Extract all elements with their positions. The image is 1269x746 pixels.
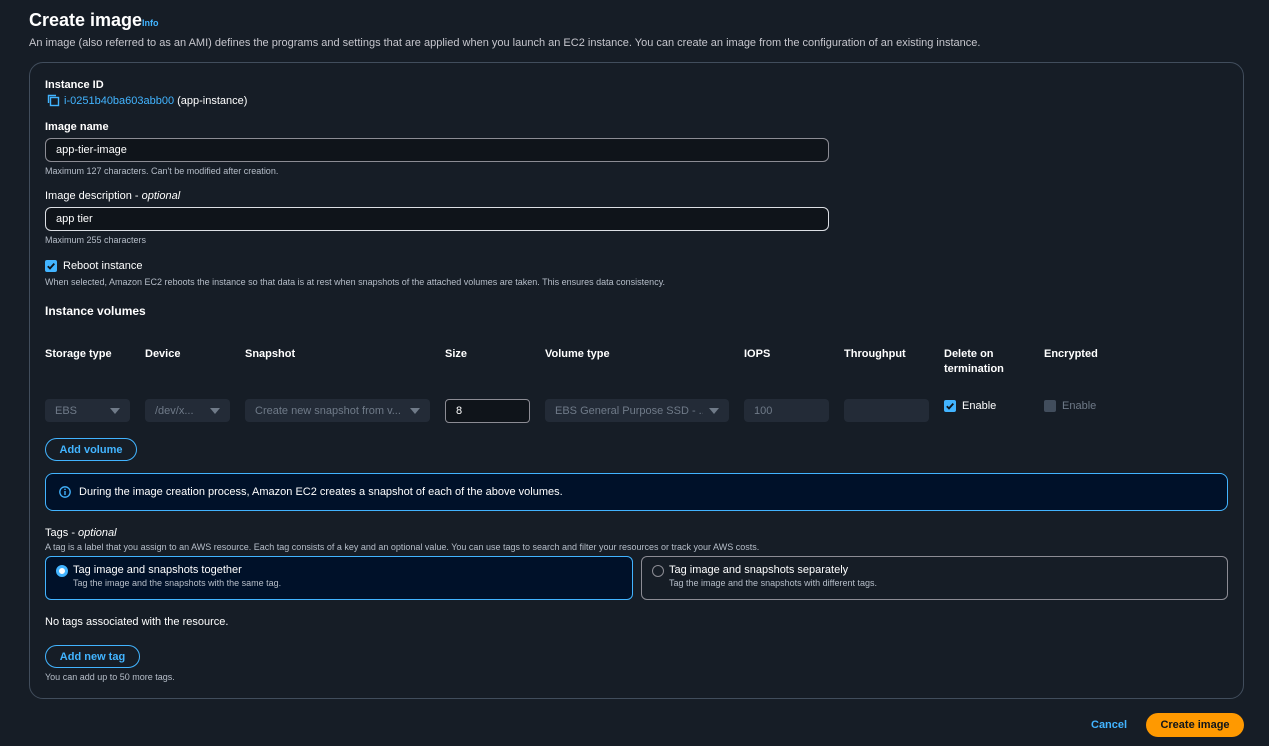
col-iops: IOPS <box>744 348 771 360</box>
delete-on-termination-checkbox-row[interactable]: Enable <box>944 400 996 412</box>
col-delete-line1: Delete on <box>944 348 994 360</box>
tag-together-title: Tag image and snapshots together <box>73 564 242 576</box>
size-input[interactable]: 8 <box>445 399 530 423</box>
tag-separately-subtitle: Tag the image and the snapshots with dif… <box>669 578 877 588</box>
tags-limit-hint: You can add up to 50 more tags. <box>45 672 175 682</box>
caret-down-icon <box>709 407 719 414</box>
device-value: /dev/x... <box>155 404 194 417</box>
check-icon <box>47 262 55 270</box>
copy-icon[interactable] <box>47 94 60 107</box>
image-description-label-text: Image description <box>45 190 132 202</box>
instance-id-label: Instance ID <box>45 79 104 91</box>
col-encrypted: Encrypted <box>1044 348 1098 360</box>
volume-type-value: EBS General Purpose SSD - ... <box>555 404 703 417</box>
delete-enable-label: Enable <box>962 400 997 412</box>
volumes-info-alert: During the image creation process, Amazo… <box>45 473 1228 511</box>
throughput-field <box>844 399 929 422</box>
col-size: Size <box>445 348 468 360</box>
image-name-hint: Maximum 127 characters. Can't be modifie… <box>45 166 279 176</box>
tags-description: A tag is a label that you assign to an A… <box>45 542 760 552</box>
reboot-checkbox-row[interactable]: Reboot instance <box>45 260 143 272</box>
encrypted-checkbox <box>1044 400 1056 412</box>
radio-unselected[interactable] <box>652 565 664 577</box>
reboot-label: Reboot instance <box>63 260 143 272</box>
tag-separately-title: Tag image and snapshots separately <box>669 564 849 576</box>
reboot-hint: When selected, Amazon EC2 reboots the in… <box>45 277 666 287</box>
col-volume-type: Volume type <box>545 348 610 360</box>
col-delete-line2: termination <box>944 363 1004 375</box>
alert-text: During the image creation process, Amazo… <box>79 486 563 498</box>
instance-id-link[interactable]: i-0251b40ba603abb00 <box>64 95 174 107</box>
image-description-hint: Maximum 255 characters <box>45 235 147 245</box>
optional-marker: optional <box>78 527 117 539</box>
check-icon <box>946 402 954 410</box>
optional-marker: optional <box>141 190 181 202</box>
no-tags-message: No tags associated with the resource. <box>45 616 229 628</box>
snapshot-select: Create new snapshot from v... <box>245 399 430 422</box>
col-snapshot: Snapshot <box>245 348 296 360</box>
encrypted-checkbox-row: Enable <box>1044 400 1096 412</box>
tag-separately-option[interactable]: Tag image and snapshots separately Tag t… <box>641 556 1228 600</box>
storage-type-select: EBS <box>45 399 130 422</box>
image-name-input[interactable]: app-tier-image <box>45 138 829 162</box>
radio-selected[interactable] <box>56 565 68 577</box>
storage-type-value: EBS <box>55 404 78 417</box>
delete-on-termination-checkbox[interactable] <box>944 400 956 412</box>
info-icon <box>59 486 71 498</box>
col-storage-type: Storage type <box>45 348 112 360</box>
snapshot-value: Create new snapshot from v... <box>255 404 401 417</box>
tag-together-option[interactable]: Tag image and snapshots together Tag the… <box>45 556 633 600</box>
device-select: /dev/x... <box>145 399 230 422</box>
col-delete-on-termination: Delete on termination <box>944 347 1004 377</box>
caret-down-icon <box>110 407 120 414</box>
page-title: Create image <box>29 10 143 30</box>
tag-together-subtitle: Tag the image and the snapshots with the… <box>73 578 282 588</box>
cancel-button[interactable]: Cancel <box>1091 719 1127 731</box>
add-volume-button[interactable]: Add volume <box>45 438 137 461</box>
col-device: Device <box>145 348 181 360</box>
col-throughput: Throughput <box>844 348 906 360</box>
iops-field: 100 <box>744 399 829 422</box>
tags-label: Tags - optional <box>45 527 117 539</box>
page-description: An image (also referred to as an AMI) de… <box>29 37 981 49</box>
instance-id-row: i-0251b40ba603abb00 (app-instance) <box>47 94 247 107</box>
volume-type-select: EBS General Purpose SSD - ... <box>545 399 729 422</box>
caret-down-icon <box>410 407 420 414</box>
image-description-input[interactable]: app tier <box>45 207 829 231</box>
reboot-checkbox[interactable] <box>45 260 57 272</box>
encrypted-enable-label: Enable <box>1062 400 1097 412</box>
tags-label-text: Tags <box>45 527 69 539</box>
instance-name: (app-instance) <box>177 94 248 107</box>
image-name-label: Image name <box>45 121 109 133</box>
create-image-button[interactable]: Create image <box>1146 713 1244 737</box>
image-description-label: Image description - optional <box>45 190 181 202</box>
add-new-tag-button[interactable]: Add new tag <box>45 645 140 668</box>
caret-down-icon <box>210 407 220 414</box>
instance-volumes-heading: Instance volumes <box>45 304 146 318</box>
info-link[interactable]: Info <box>142 18 159 28</box>
create-image-panel: Instance ID i-0251b40ba603abb00 (app-ins… <box>29 62 1244 699</box>
